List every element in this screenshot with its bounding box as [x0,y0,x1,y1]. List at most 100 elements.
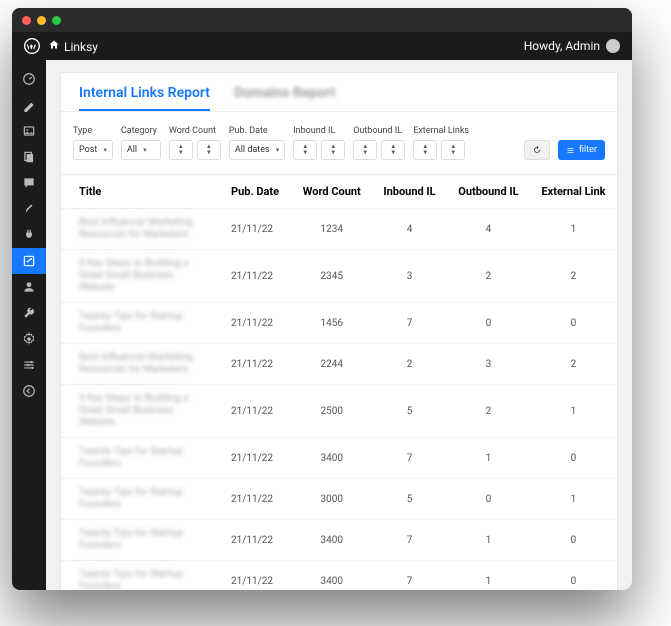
wordcount-min-stepper[interactable] [169,140,193,160]
row-wordcount: 3400 [291,561,372,591]
outbound-max-stepper[interactable] [381,140,405,160]
maximize-window-dot[interactable] [52,16,61,25]
row-wordcount: 1456 [291,303,372,344]
filter-type-select[interactable]: Post▾ [73,140,113,160]
row-inbound: 7 [372,303,447,344]
minimize-window-dot[interactable] [37,16,46,25]
row-wordcount: 3000 [291,479,372,520]
site-home-link[interactable]: Linksy [48,39,98,54]
row-date: 21/11/22 [221,209,291,250]
sidebar-item-media[interactable] [12,118,46,144]
links-table: Title Pub. Date Word Count Inbound IL Ou… [61,174,617,590]
row-external: 1 [530,479,617,520]
sidebar-item-tools[interactable] [12,300,46,326]
filter-pubdate-label: Pub. Date [229,126,285,136]
row-inbound: 5 [372,479,447,520]
avatar [606,39,620,53]
sidebar-item-comments[interactable] [12,170,46,196]
filter-category-label: Category [121,126,161,136]
row-date: 21/11/22 [221,344,291,385]
row-inbound: 7 [372,438,447,479]
row-outbound: 4 [447,209,530,250]
sidebar-item-plugins[interactable] [12,222,46,248]
close-window-dot[interactable] [22,16,31,25]
row-title: 9 Key Steps to Building a Great Small Bu… [79,258,211,294]
filter-type-label: Type [73,126,113,136]
row-date: 21/11/22 [221,303,291,344]
app-window: Linksy Howdy, Admin Intern [12,8,632,590]
row-inbound: 3 [372,250,447,303]
row-date: 21/11/22 [221,479,291,520]
wordpress-logo-icon[interactable] [24,38,40,54]
filter-inbound-label: Inbound IL [293,126,345,136]
table-row[interactable]: Twenty Tips for Startup Founders21/11/22… [61,561,617,591]
filter-category-select[interactable]: All▾ [121,140,161,160]
chevron-down-icon: ▾ [276,146,280,154]
filter-wordcount-label: Word Count [169,126,221,136]
sidebar-item-sliders[interactable] [12,352,46,378]
user-greeting[interactable]: Howdy, Admin [524,39,620,53]
outbound-min-stepper[interactable] [353,140,377,160]
sidebar-item-settings[interactable] [12,326,46,352]
row-external: 2 [530,344,617,385]
table-row[interactable]: 9 Key Steps to Building a Great Small Bu… [61,250,617,303]
row-date: 21/11/22 [221,520,291,561]
external-min-stepper[interactable] [413,140,437,160]
row-title: Twenty Tips for Startup Founders [79,446,211,470]
inbound-max-stepper[interactable] [321,140,345,160]
sidebar-item-users[interactable] [12,274,46,300]
row-outbound: 2 [447,385,530,438]
row-external: 1 [530,385,617,438]
filter-button[interactable]: filter [558,140,605,160]
table-row[interactable]: Twenty Tips for Startup Founders21/11/22… [61,438,617,479]
row-external: 2 [530,250,617,303]
row-date: 21/11/22 [221,250,291,303]
row-title: Best Influencer Marketing Resources for … [79,352,211,376]
sliders-icon [566,146,575,155]
col-outbound[interactable]: Outbound IL [447,175,530,209]
row-wordcount: 1234 [291,209,372,250]
row-inbound: 7 [372,520,447,561]
col-pubdate[interactable]: Pub. Date [221,175,291,209]
titlebar [12,8,632,32]
table-row[interactable]: Best Influencer Marketing Resources for … [61,344,617,385]
tab-domains[interactable]: Domains Report [234,85,335,111]
row-outbound: 1 [447,561,530,591]
table-row[interactable]: Twenty Tips for Startup Founders21/11/22… [61,479,617,520]
sidebar-item-linksy[interactable] [12,248,46,274]
filter-outbound-label: Outbound IL [353,126,405,136]
home-icon [48,39,60,51]
row-title: Twenty Tips for Startup Founders [79,569,211,590]
refresh-button[interactable] [524,140,550,160]
chevron-down-icon: ▾ [103,146,107,154]
row-outbound: 1 [447,438,530,479]
row-inbound: 2 [372,344,447,385]
wordcount-max-stepper[interactable] [197,140,221,160]
greeting-text: Howdy, Admin [524,39,600,53]
report-card: Internal Links Report Domains Report Typ… [60,72,618,590]
inbound-min-stepper[interactable] [293,140,317,160]
col-external[interactable]: External Link [530,175,617,209]
sidebar-item-posts[interactable] [12,92,46,118]
tab-internal-links[interactable]: Internal Links Report [79,85,210,111]
table-row[interactable]: Best Influencer Marketing Resources for … [61,209,617,250]
sidebar-item-appearance[interactable] [12,196,46,222]
sidebar-item-dashboard[interactable] [12,66,46,92]
row-wordcount: 2345 [291,250,372,303]
table-row[interactable]: 9 Key Steps to Building a Great Small Bu… [61,385,617,438]
filter-external-label: External Links [413,126,469,136]
table-row[interactable]: Twenty Tips for Startup Founders21/11/22… [61,303,617,344]
col-wordcount[interactable]: Word Count [291,175,372,209]
row-date: 21/11/22 [221,385,291,438]
col-inbound[interactable]: Inbound IL [372,175,447,209]
external-max-stepper[interactable] [441,140,465,160]
filter-pubdate-select[interactable]: All dates▾ [229,140,285,160]
row-external: 0 [530,561,617,591]
filter-bar: Type Post▾ Category All▾ Word Count Pub.… [61,112,617,174]
sidebar-item-pages[interactable] [12,144,46,170]
table-row[interactable]: Twenty Tips for Startup Founders21/11/22… [61,520,617,561]
col-title[interactable]: Title [61,175,221,209]
sidebar-item-collapse[interactable] [12,378,46,404]
report-tabs: Internal Links Report Domains Report [61,73,617,112]
row-wordcount: 3400 [291,520,372,561]
